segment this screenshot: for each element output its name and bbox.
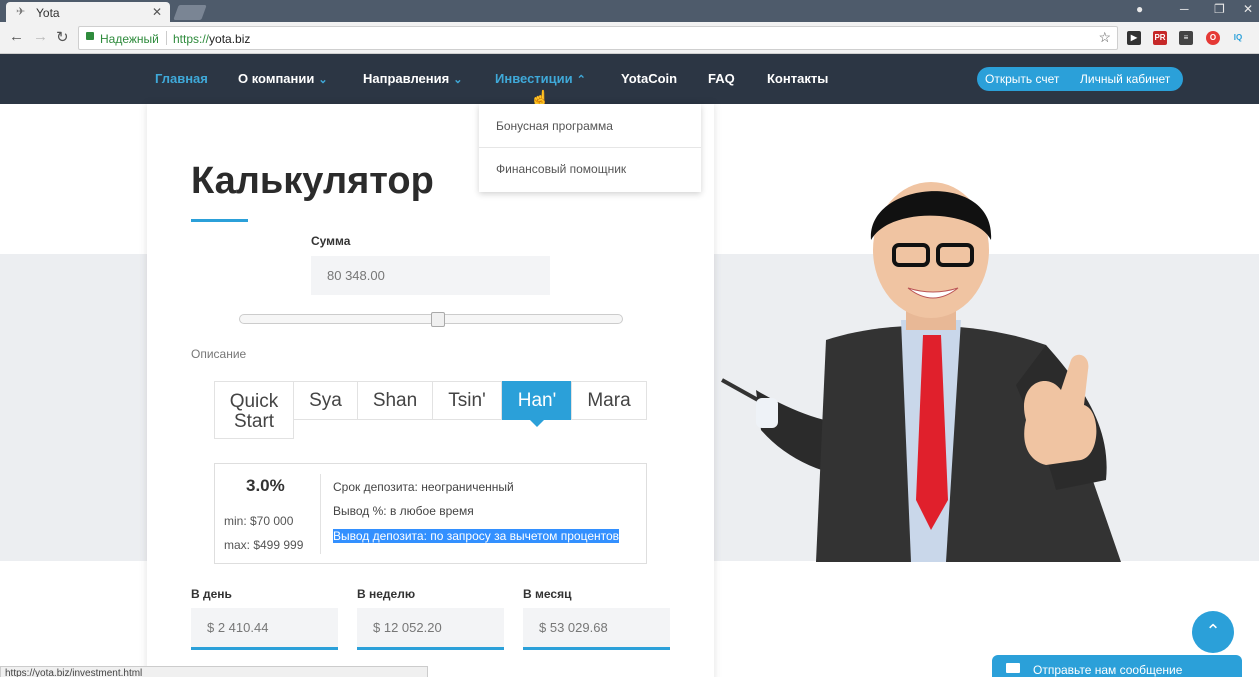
sum-label: Сумма xyxy=(311,234,351,248)
bookmark-star-icon[interactable]: ☆ xyxy=(1098,29,1111,46)
info-divider xyxy=(320,474,321,554)
plan-tab-sya[interactable]: Sya xyxy=(293,381,358,420)
omnibox-divider xyxy=(166,31,167,45)
plan-tab-tsin[interactable]: Tsin' xyxy=(432,381,502,420)
scroll-top-button[interactable]: ⌃ xyxy=(1192,611,1234,653)
per-week-label: В неделю xyxy=(357,587,416,601)
dropdown-bonus-program[interactable]: Бонусная программа xyxy=(496,119,613,133)
extension-pr-icon[interactable]: PR xyxy=(1153,31,1167,45)
nav-investments[interactable]: Инвестиции ⌃ xyxy=(495,71,586,86)
browser-tab-strip: ✈ Yota ✕ ● ─ ❐ ✕ xyxy=(0,0,1259,22)
extension-opera-icon[interactable]: O xyxy=(1206,31,1220,45)
plan-rate: 3.0% xyxy=(246,476,285,495)
per-day-output: $ 2 410.44 xyxy=(191,608,338,650)
nav-faq[interactable]: FAQ xyxy=(708,71,735,86)
new-tab-button[interactable] xyxy=(173,5,207,20)
sum-slider[interactable] xyxy=(239,312,623,327)
open-account-button[interactable]: Открыть счет xyxy=(985,72,1059,86)
account-pill: Открыть счет Личный кабинет xyxy=(977,67,1183,91)
browser-tab[interactable]: ✈ Yota ✕ xyxy=(6,2,170,22)
investments-dropdown: Бонусная программа Финансовый помощник xyxy=(479,104,701,192)
forward-icon[interactable]: → xyxy=(33,28,48,45)
restore-icon[interactable]: ❐ xyxy=(1214,2,1225,16)
nav-home[interactable]: Главная xyxy=(155,71,208,86)
browser-toolbar: ← → ↻ Надежный https://yota.biz ☆ ▶ PR ≡… xyxy=(0,22,1259,54)
nav-directions[interactable]: Направления ⌄ xyxy=(363,71,462,86)
chevron-down-icon: ⌄ xyxy=(453,74,463,86)
chevron-down-icon: ⌄ xyxy=(318,74,328,86)
chevron-up-icon: ⌃ xyxy=(1205,621,1221,641)
per-month-label: В месяц xyxy=(523,587,572,601)
per-month-output: $ 53 029.68 xyxy=(523,608,670,650)
envelope-icon xyxy=(1006,663,1020,673)
tab-title: Yota xyxy=(36,6,60,20)
plan-tab-mara[interactable]: Mara xyxy=(571,381,647,420)
back-icon[interactable]: ← xyxy=(9,28,24,45)
dropdown-financial-assistant[interactable]: Финансовый помощник xyxy=(496,162,626,176)
minimize-icon[interactable]: ─ xyxy=(1180,2,1189,16)
profile-icon[interactable]: ● xyxy=(1136,2,1143,16)
close-tab-icon[interactable]: ✕ xyxy=(152,5,162,19)
page-title: Калькулятор xyxy=(191,160,434,202)
site-favicon-icon: ✈ xyxy=(16,6,26,18)
chat-label: Отправьте нам сообщение xyxy=(1033,663,1183,677)
nav-contacts[interactable]: Контакты xyxy=(767,71,828,86)
extension-iq-icon[interactable]: IQ xyxy=(1231,31,1245,45)
plan-withdraw-deposit: Вывод депозита: по запросу за вычетом пр… xyxy=(333,529,620,543)
status-bar: https://yota.biz/investment.html xyxy=(0,666,428,677)
address-bar[interactable]: Надежный https://yota.biz ☆ xyxy=(78,26,1118,50)
slider-thumb[interactable] xyxy=(431,312,445,327)
dropdown-divider xyxy=(479,147,701,148)
cabinet-button[interactable]: Личный кабинет xyxy=(1080,72,1170,86)
reload-icon[interactable]: ↻ xyxy=(56,28,69,46)
site-navbar: Главная О компании ⌄ Направления ⌄ Инвести… xyxy=(0,54,1259,104)
secure-label: Надежный xyxy=(100,32,159,46)
plan-min: min: $70 000 xyxy=(224,514,294,528)
lock-icon xyxy=(86,32,94,40)
plan-term: Срок депозита: неограниченный xyxy=(333,480,514,494)
chat-widget[interactable]: Отправьте нам сообщение xyxy=(992,655,1242,677)
per-week-output: $ 12 052.20 xyxy=(357,608,504,650)
plan-tab-quick-start[interactable]: Quick Start xyxy=(214,381,294,439)
close-window-icon[interactable]: ✕ xyxy=(1243,2,1253,16)
title-underline xyxy=(191,219,248,222)
chevron-up-icon: ⌃ xyxy=(576,74,586,86)
url-text[interactable]: https://yota.biz xyxy=(173,32,250,46)
sum-input[interactable]: 80 348.00 xyxy=(311,256,550,295)
plan-withdraw-pct: Вывод %: в любое время xyxy=(333,504,474,518)
plan-info-box: 3.0% min: $70 000 max: $499 999 Срок деп… xyxy=(214,463,647,564)
plan-max: max: $499 999 xyxy=(224,538,304,552)
left-cuff xyxy=(756,398,778,428)
extension-play-icon[interactable]: ▶ xyxy=(1127,31,1141,45)
nav-about[interactable]: О компании ⌄ xyxy=(238,71,328,86)
description-label: Описание xyxy=(191,347,247,361)
businessman-image xyxy=(721,182,1121,562)
per-day-label: В день xyxy=(191,587,232,601)
nav-yotacoin[interactable]: YotaCoin xyxy=(621,71,677,86)
extension-counter-icon[interactable]: ≡ xyxy=(1179,31,1193,45)
plan-tab-shan[interactable]: Shan xyxy=(357,381,433,420)
plan-tab-han[interactable]: Han' xyxy=(502,381,572,427)
